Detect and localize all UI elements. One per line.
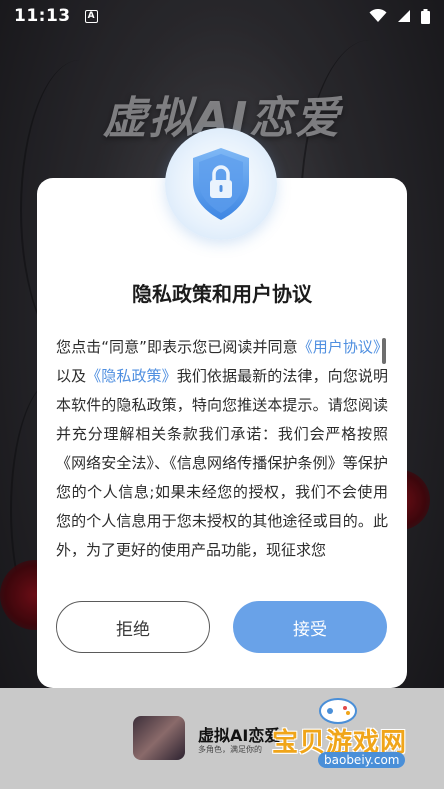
wifi-icon [369,9,387,22]
notification-icon: A [84,9,98,23]
dialog-title: 隐私政策和用户协议 [132,282,312,306]
watermark-logo: 宝贝游戏网 baobeiy.com [272,696,438,782]
user-agreement-link[interactable]: 《用户协议》 [298,338,388,356]
shield-badge [165,128,277,240]
shield-lock-icon [193,148,249,220]
banner-app-name: 虚拟AI恋爱 [198,726,281,745]
scrollbar[interactable] [382,338,386,364]
signal-icon [398,10,410,22]
reject-button[interactable]: 拒绝 [56,601,210,653]
privacy-dialog: 隐私政策和用户协议 您点击“同意”即表示您已阅读并同意《用户协议》以及《隐私政策… [37,128,407,688]
privacy-text-part2: 以及 [56,367,87,385]
accept-button[interactable]: 接受 [233,601,387,653]
app-thumbnail [133,716,185,760]
watermark-url: baobeiy.com [318,752,406,768]
banner-subtitle: 多角色，满足你的 [198,745,262,754]
privacy-policy-link[interactable]: 《隐私政策》 [86,367,177,385]
status-time: 11:13 [14,6,71,26]
privacy-text[interactable]: 您点击“同意”即表示您已阅读并同意《用户协议》以及《隐私政策》我们依据最新的法律… [56,333,388,581]
status-bar: 11:13 A [0,0,444,32]
battery-icon [421,8,430,24]
privacy-text-part1: 您点击“同意”即表示您已阅读并同意 [56,338,298,356]
privacy-text-part3: 我们依据最新的法律，向您说明本软件的隐私政策，特向您推送本提示。请您阅读并充分理… [56,367,388,559]
